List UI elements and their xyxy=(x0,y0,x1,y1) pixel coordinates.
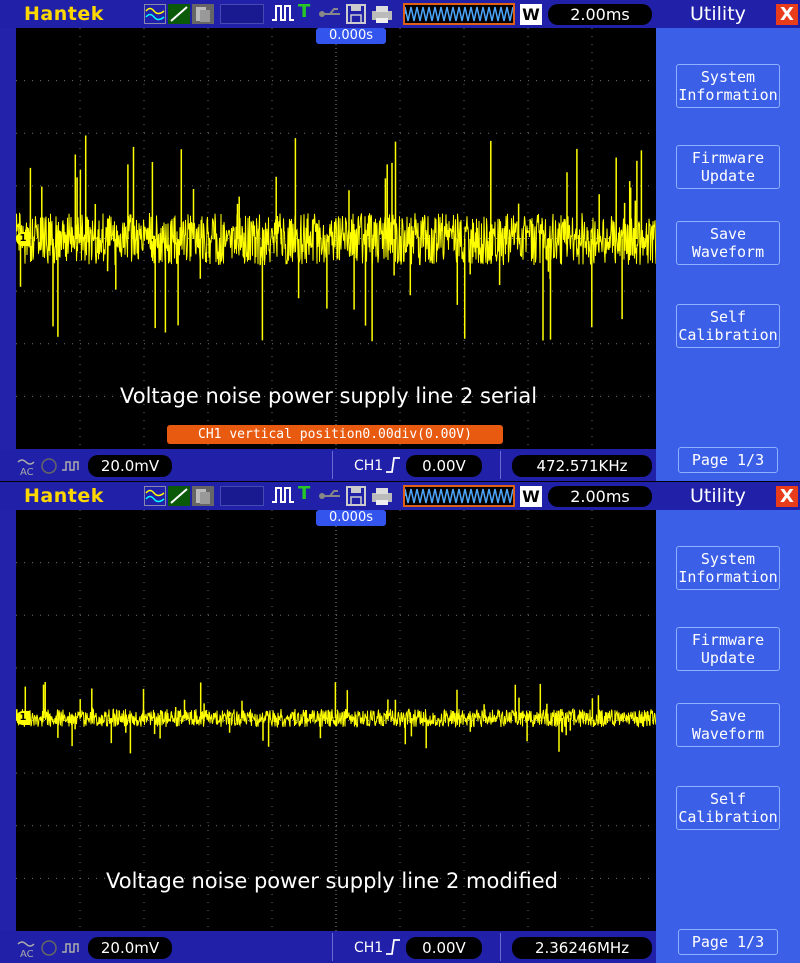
display-mode-icons xyxy=(144,4,216,24)
status-bar: Hantek T W 2.00ms xyxy=(0,0,656,28)
divider xyxy=(500,451,501,479)
save-icon[interactable] xyxy=(345,485,367,512)
rising-edge-icon xyxy=(384,937,402,961)
timebase-readout[interactable]: 2.00ms xyxy=(548,4,652,25)
math-display-icon[interactable] xyxy=(168,486,190,506)
button-label: Update xyxy=(700,649,756,667)
waveform-icon xyxy=(403,3,515,25)
self-calibration-button[interactable]: Self Calibration xyxy=(676,304,780,348)
page-button[interactable]: Page 1/3 xyxy=(678,447,778,473)
close-icon[interactable]: X xyxy=(776,4,798,25)
self-calibration-button[interactable]: Self Calibration xyxy=(676,786,780,830)
waveform-display-icon[interactable] xyxy=(144,4,166,24)
coupling-ac-icon: AC xyxy=(16,456,84,479)
timebase-readout[interactable]: 2.00ms xyxy=(548,486,652,507)
utility-menu: Utility X System Information Firmware Up… xyxy=(656,482,800,963)
button-label: Calibration xyxy=(678,808,778,826)
trigger-mode-icon[interactable]: T xyxy=(298,483,310,504)
divider xyxy=(332,451,333,479)
ref-display-icon[interactable] xyxy=(192,486,214,506)
menu-header: Utility X xyxy=(656,482,800,510)
svg-text:AC: AC xyxy=(20,467,34,476)
status-field xyxy=(220,486,264,506)
save-waveform-button[interactable]: Save Waveform xyxy=(676,703,780,747)
math-display-icon[interactable] xyxy=(168,4,190,24)
button-label: Waveform xyxy=(691,243,765,261)
usb-icon xyxy=(318,486,344,511)
button-label: Calibration xyxy=(678,326,778,344)
waveform-display-icon[interactable] xyxy=(144,486,166,506)
system-information-button[interactable]: System Information xyxy=(676,64,780,108)
firmware-update-button[interactable]: Firmware Update xyxy=(676,627,780,671)
coupling-ac-icon: AC xyxy=(16,938,84,961)
trigger-level[interactable]: 0.00V xyxy=(406,455,482,477)
status-message: CH1 vertical position0.00div(0.00V) xyxy=(167,425,503,444)
channel-1-marker[interactable]: 1 xyxy=(16,711,30,725)
trigger-level[interactable]: 0.00V xyxy=(406,937,482,959)
frequency-counter: 2.36246MHz xyxy=(512,937,652,959)
rising-edge-icon xyxy=(384,455,402,479)
oscilloscope-screen-modified: Hantek T W 2.00ms 0.000s 1 Voltage noise… xyxy=(0,482,800,963)
waveform-icon xyxy=(403,485,515,507)
run-stop-icon[interactable] xyxy=(270,483,296,510)
ref-display-icon[interactable] xyxy=(192,4,214,24)
svg-text:AC: AC xyxy=(20,949,34,958)
button-label: System xyxy=(700,68,756,86)
caption: Voltage noise power supply line 2 serial xyxy=(120,384,538,408)
status-bar: Hantek T W 2.00ms xyxy=(0,482,656,510)
channel-1-marker[interactable]: 1 xyxy=(16,232,30,246)
window-zoom-button[interactable]: W xyxy=(520,486,542,507)
button-label: Information xyxy=(678,86,778,104)
print-icon[interactable] xyxy=(370,486,394,511)
trigger-source: CH1 xyxy=(354,458,384,474)
save-waveform-button[interactable]: Save Waveform xyxy=(676,221,780,265)
bottom-status-bar: AC 20.0mV CH1 0.00V 2.36246MHz xyxy=(0,931,656,963)
trigger-time-marker[interactable]: 0.000s xyxy=(316,28,386,44)
button-label: Firmware xyxy=(691,631,765,649)
menu-title: Utility xyxy=(690,3,746,25)
utility-menu: Utility X System Information Firmware Up… xyxy=(656,0,800,481)
button-label: System xyxy=(700,550,756,568)
brand-logo: Hantek xyxy=(24,3,104,25)
button-label: Self xyxy=(709,790,747,808)
button-label: Self xyxy=(709,308,747,326)
usb-icon xyxy=(318,4,344,29)
button-label: Firmware xyxy=(691,149,765,167)
menu-title: Utility xyxy=(690,485,746,507)
caption: Voltage noise power supply line 2 modifi… xyxy=(106,869,558,893)
oscilloscope-screen-serial: Hantek T W 2.00ms 0.000s 1 Voltage noise… xyxy=(0,0,800,481)
save-icon[interactable] xyxy=(345,3,367,30)
trigger-time-marker[interactable]: 0.000s xyxy=(316,510,386,526)
window-zoom-button[interactable]: W xyxy=(520,4,542,25)
divider xyxy=(500,933,501,961)
close-icon[interactable]: X xyxy=(776,486,798,507)
display-mode-icons xyxy=(144,486,216,506)
waveform-display: 0.000s 1 Voltage noise power supply line… xyxy=(16,28,656,449)
bottom-status-bar: AC 20.0mV CH1 0.00V 472.571KHz xyxy=(0,449,656,481)
volts-per-div[interactable]: 20.0mV xyxy=(88,937,172,959)
page-button[interactable]: Page 1/3 xyxy=(678,929,778,955)
button-label: Save xyxy=(709,225,747,243)
run-stop-icon[interactable] xyxy=(270,1,296,28)
brand-logo: Hantek xyxy=(24,485,104,507)
button-label: Waveform xyxy=(691,725,765,743)
frequency-counter: 472.571KHz xyxy=(512,455,652,477)
status-field xyxy=(220,4,264,24)
firmware-update-button[interactable]: Firmware Update xyxy=(676,145,780,189)
button-label: Information xyxy=(678,568,778,586)
menu-header: Utility X xyxy=(656,0,800,28)
print-icon[interactable] xyxy=(370,4,394,29)
volts-per-div[interactable]: 20.0mV xyxy=(88,455,172,477)
divider xyxy=(332,933,333,961)
trigger-mode-icon[interactable]: T xyxy=(298,1,310,22)
trigger-source: CH1 xyxy=(354,940,384,956)
waveform-graticule xyxy=(16,510,656,931)
button-label: Save xyxy=(709,707,747,725)
waveform-display: 0.000s 1 Voltage noise power supply line… xyxy=(16,510,656,931)
system-information-button[interactable]: System Information xyxy=(676,546,780,590)
button-label: Update xyxy=(700,167,756,185)
